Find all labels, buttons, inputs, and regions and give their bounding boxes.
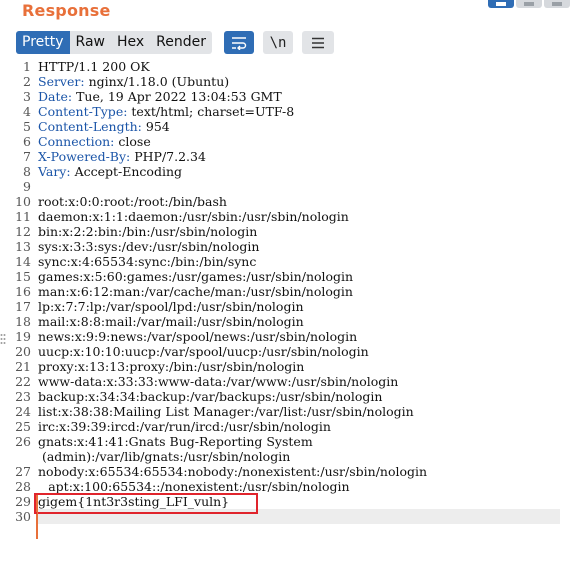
header-line: Connection: close [38,134,151,149]
panel-title: Response [22,1,111,20]
body-line: backup:x:34:34:backup:/var/backups:/usr/… [38,389,383,404]
header-line: X-Powered-By: PHP/7.2.34 [38,149,206,164]
header-line: Date: Tue, 19 Apr 2022 13:04:53 GMT [38,89,282,104]
line-number: 10 [15,194,31,209]
response-editor[interactable]: 1 HTTP/1.1 200 OK 2 Server: nginx/1.18.0 (… [0,59,572,559]
body-line: sync:x:4:65534:sync:/bin:/bin/sync [38,254,257,269]
body-line: daemon:x:1:1:daemon:/usr/sbin:/usr/sbin/… [38,209,349,224]
line-number: 7 [23,149,31,164]
tab-raw[interactable]: Raw [70,31,111,54]
body-line: root:x:0:0:root:/root:/bin/bash [38,194,227,209]
hamburger-icon [312,37,325,48]
body-line: www-data:x:33:33:www-data:/var/www:/usr/… [38,374,399,389]
show-newlines-button[interactable]: \n [263,31,294,54]
line-number: 3 [23,89,31,104]
body-line: _apt:x:100:65534::/nonexistent:/usr/sbin… [38,479,350,494]
line-number: 1 [23,59,31,74]
line-number: 4 [23,104,31,119]
layout-horizontal-icon[interactable] [516,0,542,8]
body-line-wrapped: (admin):/var/lib/gnats:/usr/sbin/nologin [38,449,291,464]
line-number: 29 [15,494,31,509]
line-number: 26 [15,434,31,449]
editor-toolbar: Pretty Raw Hex Render \n [16,31,335,54]
word-wrap-button[interactable] [224,31,255,54]
body-line: proxy:x:13:13:proxy:/bin:/usr/sbin/nolog… [38,359,305,374]
resize-handle-icon[interactable] [0,333,6,349]
line-number: 11 [15,209,31,224]
header-line: Server: nginx/1.18.0 (Ubuntu) [38,74,230,89]
body-line: man:x:6:12:man:/var/cache/man:/usr/sbin/… [38,284,353,299]
line-number: 6 [23,134,31,149]
body-line: bin:x:2:2:bin:/bin:/usr/sbin/nologin [38,224,258,239]
body-line: news:x:9:9:news:/var/spool/news:/usr/sbi… [38,329,358,344]
body-line: gnats:x:41:41:Gnats Bug-Reporting System [38,434,313,449]
line-number: 16 [15,284,31,299]
body-line: lp:x:7:7:lp:/var/spool/lpd:/usr/sbin/nol… [38,299,304,314]
view-tabs: Pretty Raw Hex Render [16,31,213,54]
body-line: sys:x:3:3:sys:/dev:/usr/sbin/nologin [38,239,260,254]
body-line: irc:x:39:39:ircd:/var/run/ircd:/usr/sbin… [38,419,331,434]
line-number: 12 [15,224,31,239]
body-line: uucp:x:10:10:uucp:/var/spool/uucp:/usr/s… [38,344,369,359]
line-number: 8 [23,164,31,179]
body-line: games:x:5:60:games:/usr/games:/usr/sbin/… [38,269,354,284]
header-line: Vary: Accept-Encoding [38,164,182,179]
line-number: 25 [15,419,31,434]
line-number: 23 [15,389,31,404]
header-line: Content-Type: text/html; charset=UTF-8 [38,104,295,119]
tab-render[interactable]: Render [150,31,212,54]
line-number: 24 [15,404,31,419]
line-number: 21 [15,359,31,374]
body-line: mail:x:8:8:mail:/var/mail:/usr/sbin/nolo… [38,314,304,329]
tab-hex[interactable]: Hex [111,31,150,54]
line-number: 22 [15,374,31,389]
line-number: 9 [23,179,31,194]
line-number: 30 [15,509,31,524]
body-line: nobody:x:65534:65534:nobody:/nonexistent… [38,464,428,479]
word-wrap-icon [232,36,247,50]
header-line: Content-Length: 954 [38,119,170,134]
layout-toggle-group [488,0,570,8]
menu-button[interactable] [302,31,335,54]
line-number: 18 [15,314,31,329]
line-number: 5 [23,119,31,134]
line-number: 27 [15,464,31,479]
body-line: list:x:38:38:Mailing List Manager:/var/l… [38,404,414,419]
line-number: 15 [15,269,31,284]
layout-split-icon[interactable] [488,0,514,8]
line-number: 17 [15,299,31,314]
status-line: HTTP/1.1 200 OK [38,59,150,74]
layout-vertical-icon[interactable] [544,0,570,8]
flag-highlight-box [34,493,258,514]
tab-pretty[interactable]: Pretty [16,31,70,54]
text-cursor [37,509,38,524]
line-number: 14 [15,254,31,269]
line-number: 28 [15,479,31,494]
line-number: 2 [23,74,31,89]
line-number: 13 [15,239,31,254]
